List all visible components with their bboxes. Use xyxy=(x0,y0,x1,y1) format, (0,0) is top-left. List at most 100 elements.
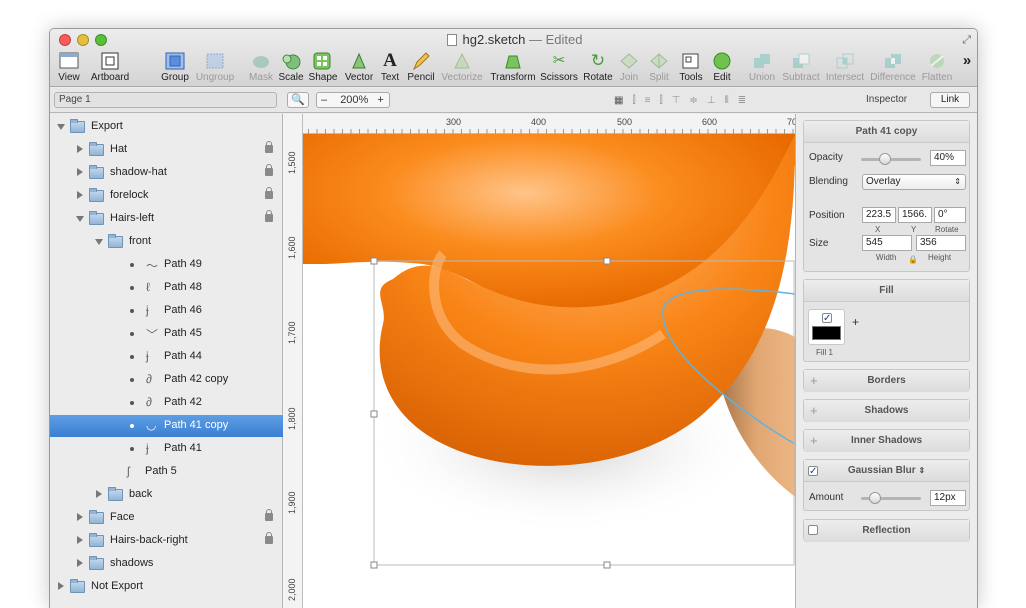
visibility-dot-icon[interactable] xyxy=(130,447,134,451)
fullscreen-icon[interactable]: ⤢ xyxy=(962,34,971,47)
disclosure-expanded-icon[interactable] xyxy=(76,216,84,222)
layer-group-row[interactable]: Face xyxy=(50,507,283,529)
layer-group-row[interactable]: Hairs-back-right xyxy=(50,530,283,552)
group-button[interactable]: Group xyxy=(161,51,189,85)
link-button[interactable]: Link xyxy=(930,92,970,108)
intersect-button[interactable]: Intersect xyxy=(824,51,866,85)
inner-shadows-section[interactable]: + Inner Shadows xyxy=(803,429,970,452)
visibility-dot-icon[interactable] xyxy=(130,309,134,313)
page-selector[interactable]: Page 1 xyxy=(54,92,277,108)
opacity-field[interactable]: 40% xyxy=(930,150,966,166)
blur-amount-slider[interactable] xyxy=(861,492,921,504)
blending-select[interactable]: Overlay ⇕ xyxy=(862,174,966,190)
lock-icon[interactable] xyxy=(265,187,273,199)
vectorize-button[interactable]: Vectorize xyxy=(439,51,485,85)
width-field[interactable]: 545 xyxy=(862,235,912,251)
rotate-button[interactable]: ↻ Rotate xyxy=(582,51,614,85)
layer-group-row[interactable]: Export xyxy=(50,116,283,138)
visibility-dot-icon[interactable] xyxy=(130,401,134,405)
pencil-button[interactable]: Pencil xyxy=(406,51,436,85)
layer-group-row[interactable]: shadow-hat xyxy=(50,162,283,184)
visibility-dot-icon[interactable] xyxy=(130,263,134,267)
disclosure-collapsed-icon[interactable] xyxy=(77,536,83,544)
search-button[interactable]: 🔍 xyxy=(287,92,309,108)
subtract-button[interactable]: Subtract xyxy=(781,51,821,85)
layer-row[interactable]: ℓ Path 48 xyxy=(50,277,283,299)
disclosure-expanded-icon[interactable] xyxy=(95,239,103,245)
lock-icon[interactable] xyxy=(265,141,273,153)
disclosure-expanded-icon[interactable] xyxy=(57,124,65,130)
union-button[interactable]: Union xyxy=(747,51,777,85)
scissors-button[interactable]: ✂ Scissors xyxy=(540,51,578,85)
flatten-button[interactable]: Flatten xyxy=(919,51,955,85)
disclosure-collapsed-icon[interactable] xyxy=(96,490,102,498)
shadows-section[interactable]: + Shadows xyxy=(803,399,970,422)
resize-handle[interactable] xyxy=(370,257,378,265)
disclosure-collapsed-icon[interactable] xyxy=(77,145,83,153)
disclosure-collapsed-icon[interactable] xyxy=(77,513,83,521)
disclosure-collapsed-icon[interactable] xyxy=(77,191,83,199)
layer-group-row[interactable]: back xyxy=(50,484,283,506)
resize-handle[interactable] xyxy=(370,561,378,569)
lock-icon[interactable] xyxy=(265,210,273,222)
mask-button[interactable]: Mask xyxy=(248,51,274,85)
align-center-icon[interactable]: ≡ xyxy=(645,95,651,106)
x-field[interactable]: 223.5 xyxy=(862,207,896,223)
layer-group-row[interactable]: Hat xyxy=(50,139,283,161)
opacity-slider-knob[interactable] xyxy=(879,153,891,165)
resize-handle[interactable] xyxy=(603,257,611,265)
view-button[interactable]: View xyxy=(56,51,82,85)
ungroup-button[interactable]: Ungroup xyxy=(195,51,235,85)
layer-group-row[interactable]: forelock xyxy=(50,185,283,207)
text-button[interactable]: A Text xyxy=(378,51,402,85)
scale-button[interactable]: Scale xyxy=(278,51,304,85)
disclosure-collapsed-icon[interactable] xyxy=(58,582,64,590)
align-middle-icon[interactable]: ≑ xyxy=(689,95,697,106)
distribute-h-icon[interactable]: ⫴ xyxy=(725,95,729,106)
blur-type-select[interactable]: Gaussian Blur ⇕ xyxy=(804,460,969,482)
zoom-out-button[interactable]: – xyxy=(321,94,327,106)
resize-handle[interactable] xyxy=(370,410,378,418)
fill-color-swatch[interactable] xyxy=(812,326,841,340)
visibility-dot-icon[interactable] xyxy=(130,378,134,382)
opacity-slider[interactable] xyxy=(861,153,921,165)
layer-row[interactable]: ɉ Path 44 xyxy=(50,346,283,368)
disclosure-collapsed-icon[interactable] xyxy=(77,168,83,176)
blur-slider-knob[interactable] xyxy=(869,492,881,504)
align-bottom-icon[interactable]: ⊥ xyxy=(707,95,716,106)
layer-row[interactable]: 〜 Path 49 xyxy=(50,254,283,276)
shape-button[interactable]: Shape xyxy=(308,51,338,85)
layer-row[interactable]: ɉ Path 41 xyxy=(50,438,283,460)
tools-button[interactable]: Tools xyxy=(676,51,706,85)
layer-row[interactable]: ∂ Path 42 copy xyxy=(50,369,283,391)
layer-row[interactable]: ◡ Path 41 copy xyxy=(50,415,283,437)
artboard-button[interactable]: Artboard xyxy=(90,51,130,85)
resize-handle[interactable] xyxy=(603,561,611,569)
visibility-dot-icon[interactable] xyxy=(130,424,134,428)
visibility-dot-icon[interactable] xyxy=(130,286,134,290)
y-field[interactable]: 1566. xyxy=(898,207,932,223)
align-left-icon[interactable]: ⫿ xyxy=(632,95,635,106)
difference-button[interactable]: Difference xyxy=(870,51,916,85)
lock-icon[interactable] xyxy=(265,532,273,544)
lock-ratio-icon[interactable]: 🔒 xyxy=(908,255,918,264)
blur-checkbox[interactable]: ✓ xyxy=(808,466,818,477)
align-top-icon[interactable]: ⊤ xyxy=(672,95,681,106)
disclosure-collapsed-icon[interactable] xyxy=(77,559,83,567)
add-fill-button[interactable]: + xyxy=(852,315,859,329)
transform-button[interactable]: Transform xyxy=(489,51,537,85)
fill-checkbox[interactable]: ✓ xyxy=(822,313,832,324)
split-button[interactable]: Split xyxy=(646,51,672,85)
add-inner-shadow-icon[interactable]: + xyxy=(810,433,818,448)
align-right-icon[interactable]: ⫿ xyxy=(660,95,663,106)
add-border-icon[interactable]: + xyxy=(810,373,818,388)
visibility-dot-icon[interactable] xyxy=(130,355,134,359)
toolbar-overflow-button[interactable]: » xyxy=(960,51,974,85)
height-field[interactable]: 356 xyxy=(916,235,966,251)
layer-row[interactable]: ɉ Path 46 xyxy=(50,300,283,322)
reflection-checkbox[interactable] xyxy=(808,525,818,535)
rotate-field[interactable]: 0° xyxy=(934,207,966,223)
layer-group-row[interactable]: Hairs-left xyxy=(50,208,283,230)
layer-group-row[interactable]: Not Export xyxy=(50,576,283,598)
layer-group-row[interactable]: shadows xyxy=(50,553,283,575)
